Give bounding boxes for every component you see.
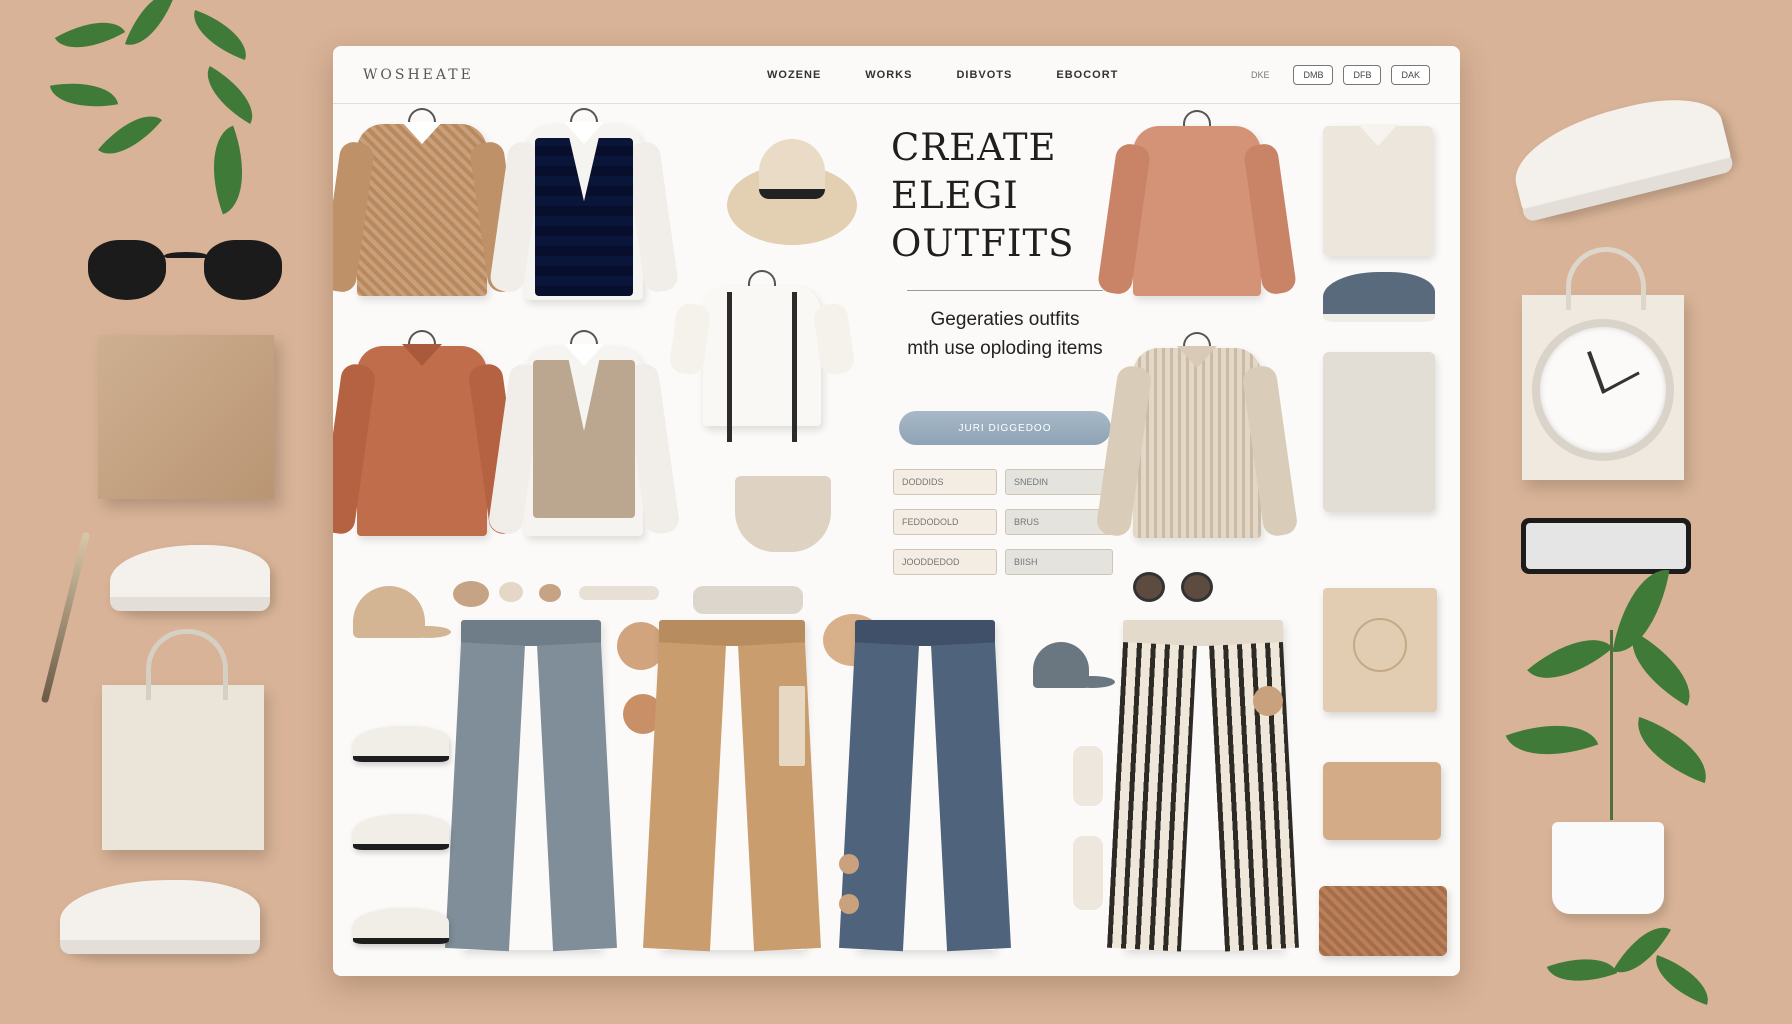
plant-top-left-icon: [38, 0, 278, 215]
plaid-vest-shirt-image[interactable]: [488, 108, 680, 300]
grey-jeans-image[interactable]: [445, 620, 617, 952]
outfit-form: [893, 469, 1125, 575]
striped-sweater-image[interactable]: [1095, 332, 1299, 538]
nav-link-4[interactable]: EBOCORT: [1056, 69, 1118, 81]
sneaker-icon: [60, 880, 260, 954]
website-mockup: WOSHEATE WOZENE WORKS DIBVOTS EBOCORT DK…: [333, 46, 1460, 976]
khaki-vest-shirt-image[interactable]: [487, 330, 681, 536]
sneaker-small-image[interactable]: [353, 908, 449, 944]
clock-bag-icon: [1522, 247, 1684, 480]
form-field-6[interactable]: [1005, 549, 1113, 575]
accessory-dot: [1073, 746, 1103, 806]
sneaker-icon: [1504, 85, 1735, 223]
tote-bag-icon: [102, 629, 264, 850]
khaki-chinos-image[interactable]: [643, 620, 821, 952]
blue-shoe-image[interactable]: [1323, 272, 1435, 322]
sneaker-small-image[interactable]: [353, 726, 449, 762]
suspender-tee-image[interactable]: [668, 270, 856, 442]
plant-pot-icon: [1552, 822, 1664, 914]
accessory-dot: [1253, 686, 1283, 716]
hero-subtitle: Gegeraties outfits mth use oploding item…: [907, 309, 1103, 359]
header-button-2[interactable]: DFB: [1343, 64, 1382, 85]
fedora-hat-image[interactable]: [727, 139, 857, 249]
grey-cap-image[interactable]: [1033, 642, 1115, 688]
nav-link-1[interactable]: WOZENE: [767, 69, 821, 81]
form-field-3[interactable]: [893, 509, 997, 535]
form-field-1[interactable]: [893, 469, 997, 495]
hero-section: CREATE ELEGI OUTFITS Gegeraties outfits …: [885, 124, 1125, 575]
accessory-dot: [579, 586, 659, 600]
woven-basket-bag-image[interactable]: [1319, 886, 1447, 956]
plant-bottom-leaves-icon: [1540, 914, 1720, 1024]
accessory-dot: [453, 581, 489, 607]
canvas-tote-image[interactable]: [1323, 588, 1437, 712]
hero-title: CREATE ELEGI OUTFITS: [891, 126, 1075, 265]
pencil-icon: [40, 531, 91, 704]
sunglasses-icon: [88, 240, 284, 304]
blue-jeans-image[interactable]: [839, 620, 1011, 952]
sneaker-icon: [110, 545, 270, 611]
phone-icon: [1521, 518, 1691, 574]
beige-shorts-image[interactable]: [735, 476, 831, 552]
accessory-dot: [839, 894, 859, 914]
header-button-3[interactable]: DAK: [1391, 64, 1430, 85]
rust-jacket-image[interactable]: [333, 330, 525, 536]
sneaker-small-image[interactable]: [353, 814, 449, 850]
terracotta-sweater-image[interactable]: [1096, 110, 1298, 296]
leather-handbag-image[interactable]: [1323, 762, 1441, 840]
clock-icon: [1532, 319, 1674, 461]
plant-bottom-right-icon: [1500, 563, 1720, 830]
notebook-icon: [98, 335, 274, 499]
nav-link-3[interactable]: DIBVOTS: [956, 69, 1012, 81]
language-label[interactable]: DKE: [1251, 70, 1270, 80]
grey-sweater-image[interactable]: [1323, 352, 1435, 512]
nav-link-2[interactable]: WORKS: [865, 69, 912, 81]
accessory-dot: [1073, 836, 1103, 910]
patterned-shirt-image[interactable]: [333, 108, 524, 296]
form-field-5[interactable]: [893, 549, 997, 575]
accessory-dot: [779, 686, 805, 766]
form-field-2[interactable]: [1005, 469, 1113, 495]
folded-polo-image[interactable]: [1323, 124, 1433, 256]
hero-divider: [907, 290, 1103, 291]
round-sunglasses-image[interactable]: [1133, 572, 1217, 602]
top-navbar: WOSHEATE WOZENE WORKS DIBVOTS EBOCORT DK…: [333, 46, 1460, 104]
header-button-1[interactable]: DMB: [1293, 64, 1334, 85]
accessory-dot: [839, 854, 859, 874]
accessory-dot: [499, 582, 523, 602]
nav-actions: DKE DMB DFB DAK: [1251, 64, 1430, 85]
accessory-dot: [539, 584, 561, 602]
accessory-dot: [693, 586, 803, 614]
tan-cap-image[interactable]: [353, 586, 451, 638]
site-logo[interactable]: WOSHEATE: [363, 67, 683, 83]
nav-links: WOZENE WORKS DIBVOTS EBOCORT: [767, 69, 1118, 81]
striped-trousers-image[interactable]: [1107, 620, 1299, 952]
cta-button[interactable]: JURI DIGGEDOO: [899, 411, 1111, 445]
